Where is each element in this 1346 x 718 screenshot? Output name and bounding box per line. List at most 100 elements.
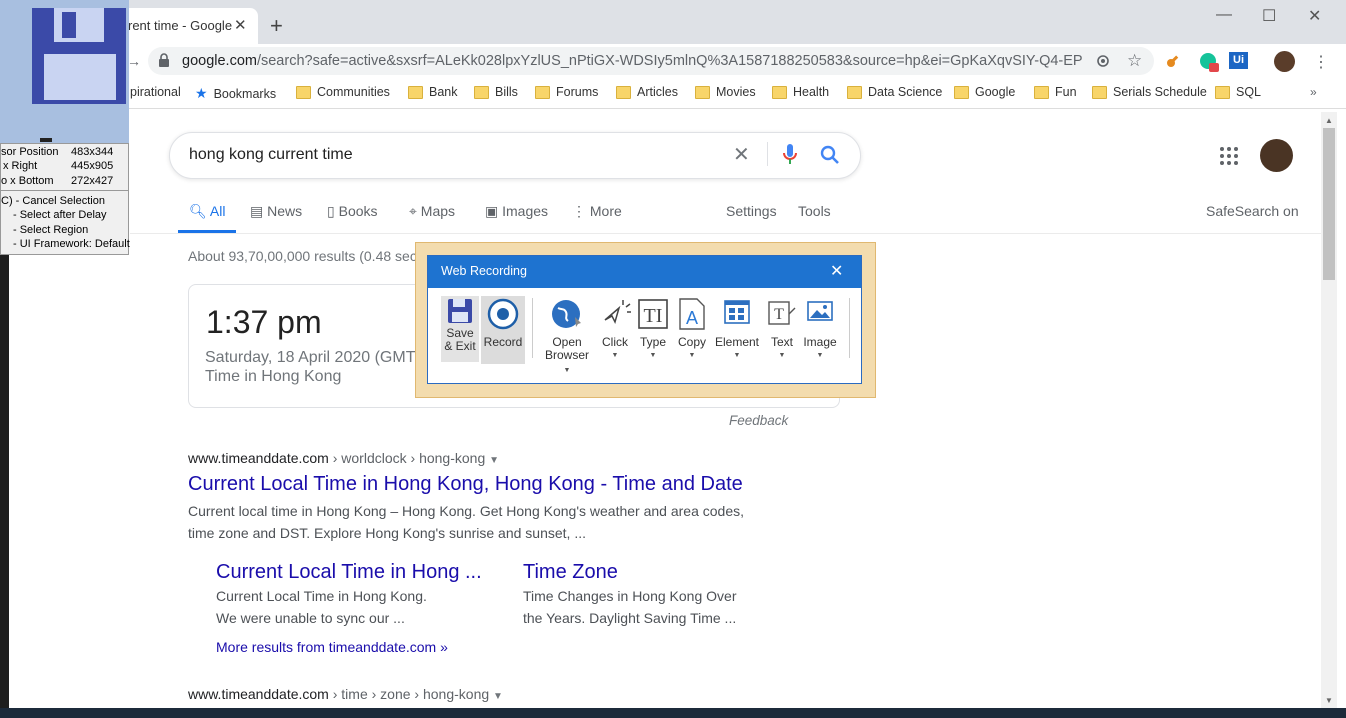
- folder-icon: [772, 85, 787, 99]
- folder-icon: [1215, 85, 1230, 99]
- web-recording-title: Web Recording: [441, 264, 527, 278]
- save-exit-button[interactable]: Save & Exit: [441, 298, 479, 353]
- image-button[interactable]: Image ▼: [802, 298, 838, 362]
- close-window-icon[interactable]: ✕: [1308, 6, 1321, 26]
- copy-button[interactable]: A Copy ▼: [675, 298, 709, 362]
- folder-icon: [1092, 85, 1107, 99]
- magnifier-preview: [0, 0, 129, 143]
- tools-link[interactable]: Tools: [798, 203, 831, 219]
- tab-maps[interactable]: ⌖ Maps: [409, 203, 455, 220]
- uipath-extension-icon[interactable]: Ui: [1229, 52, 1248, 69]
- tab-label: News: [267, 203, 303, 219]
- tab-close-icon[interactable]: ✕: [234, 16, 247, 34]
- button-label: Element: [714, 335, 760, 349]
- sitelink-title[interactable]: Time Zone: [523, 561, 618, 584]
- folder-icon: [296, 85, 311, 99]
- bookmark-folder[interactable]: Google: [954, 85, 1015, 99]
- result-cite[interactable]: www.timeanddate.com › time › zone › hong…: [188, 686, 503, 702]
- svg-text:TI: TI: [644, 305, 663, 327]
- search-icon[interactable]: [820, 145, 840, 165]
- close-icon[interactable]: ✕: [830, 261, 843, 281]
- map-pin-icon: ⌖: [409, 203, 417, 219]
- scroll-up-icon[interactable]: ▲: [1325, 116, 1333, 125]
- profile-avatar[interactable]: [1274, 51, 1295, 72]
- bookmark-item[interactable]: ★ Bookmarks: [195, 85, 276, 102]
- bookmark-folder[interactable]: Communities: [296, 85, 390, 99]
- folder-icon: [695, 85, 710, 99]
- menu-icon[interactable]: ⋮: [1313, 52, 1329, 72]
- info-label: sor Position: [1, 146, 59, 158]
- result-title[interactable]: Current Local Time in Hong Kong, Hong Ko…: [188, 473, 743, 496]
- minimize-icon[interactable]: —: [1216, 6, 1232, 24]
- info-value: 483x344: [71, 146, 114, 158]
- forward-icon[interactable]: →: [127, 53, 141, 69]
- maximize-icon[interactable]: ☐: [1262, 6, 1276, 26]
- selection-info-panel: sor Position 483x344 x Right 445x905 o x…: [0, 143, 130, 255]
- bookmark-item[interactable]: pirational: [130, 85, 181, 99]
- bookmark-folder[interactable]: Forums: [535, 85, 598, 99]
- bookmark-label: Bookmarks: [213, 86, 277, 101]
- bookmark-folder[interactable]: Bills: [474, 85, 518, 99]
- microphone-icon[interactable]: [782, 143, 798, 167]
- grammarly-extension-icon[interactable]: [1199, 52, 1221, 74]
- location-icon[interactable]: [1095, 53, 1111, 69]
- apps-grid-icon[interactable]: [1219, 146, 1239, 166]
- bookmarks-overflow-icon[interactable]: »: [1310, 85, 1317, 99]
- safesearch-status[interactable]: SafeSearch on: [1206, 203, 1299, 219]
- bookmark-label: Data Science: [868, 85, 943, 99]
- bookmark-folder[interactable]: Serials Schedule: [1092, 85, 1207, 99]
- current-time: 1:37 pm: [206, 304, 322, 340]
- tab-label: Books: [338, 203, 378, 219]
- bookmark-folder[interactable]: Data Science: [847, 85, 942, 99]
- type-button[interactable]: TI Type ▼: [636, 298, 670, 362]
- divider: [532, 298, 533, 358]
- bookmark-folder[interactable]: Bank: [408, 85, 458, 99]
- sitelink-snippet: Time Changes in Hong Kong Over: [523, 588, 737, 604]
- bookmark-star-icon[interactable]: ☆: [1127, 51, 1142, 71]
- new-tab-button[interactable]: +: [270, 13, 283, 39]
- dropdown-arrow-icon[interactable]: ▼: [489, 455, 499, 466]
- record-button[interactable]: Record: [481, 298, 525, 349]
- taskbar: [0, 708, 1346, 718]
- click-button[interactable]: Click ▼: [598, 298, 632, 362]
- open-browser-button[interactable]: Open Browser ▼: [541, 298, 593, 377]
- url-path: /search?safe=active&sxsrf=ALeKk028lpxYzl…: [256, 53, 1082, 69]
- tab-books[interactable]: ▯ Books: [327, 203, 378, 220]
- dropdown-arrow-icon: ▼: [649, 352, 657, 359]
- search-input[interactable]: hong kong current time: [189, 146, 353, 164]
- element-button[interactable]: Element ▼: [714, 298, 760, 362]
- scrollbar-thumb[interactable]: [1323, 128, 1335, 280]
- scroll-down-icon[interactable]: ▼: [1325, 696, 1333, 705]
- button-label: Click: [602, 335, 628, 349]
- globe-icon: [552, 300, 581, 328]
- account-avatar[interactable]: [1260, 139, 1293, 172]
- tab-news[interactable]: ▤ News: [250, 203, 302, 220]
- bookmark-folder[interactable]: SQL: [1215, 85, 1261, 99]
- search-icon: 🔍︎: [189, 203, 207, 219]
- key-extension-icon[interactable]: [1166, 52, 1182, 68]
- feedback-link[interactable]: Feedback: [729, 413, 788, 428]
- clear-search-icon[interactable]: ✕: [733, 142, 750, 167]
- time-location: Time in Hong Kong: [205, 368, 342, 385]
- svg-text:A: A: [686, 308, 698, 328]
- sitelink-title[interactable]: Current Local Time in Hong ...: [216, 561, 482, 584]
- bookmark-folder[interactable]: Articles: [616, 85, 678, 99]
- button-label: Copy: [677, 335, 706, 349]
- url-text[interactable]: google.com/search?safe=active&sxsrf=ALeK…: [182, 53, 1082, 69]
- hint-text: C) - Cancel Selection: [1, 195, 105, 207]
- button-label: Record: [483, 335, 523, 349]
- bookmark-folder[interactable]: Movies: [695, 85, 756, 99]
- bookmark-folder[interactable]: Fun: [1034, 85, 1077, 99]
- tab-all[interactable]: 🔍︎ All: [189, 203, 225, 220]
- floppy-disk-icon: [32, 8, 126, 142]
- folder-icon: [474, 85, 489, 99]
- settings-link[interactable]: Settings: [726, 203, 777, 219]
- folder-icon: [847, 85, 862, 99]
- bookmark-folder[interactable]: Health: [772, 85, 829, 99]
- more-results-link[interactable]: More results from timeanddate.com »: [216, 639, 448, 655]
- result-cite[interactable]: www.timeanddate.com › worldclock › hong-…: [188, 450, 499, 466]
- tab-images[interactable]: ▣ Images: [485, 203, 548, 220]
- tab-more[interactable]: ⋮ More: [572, 203, 622, 220]
- text-button[interactable]: T Text ▼: [765, 298, 799, 362]
- dropdown-arrow-icon[interactable]: ▼: [493, 691, 503, 702]
